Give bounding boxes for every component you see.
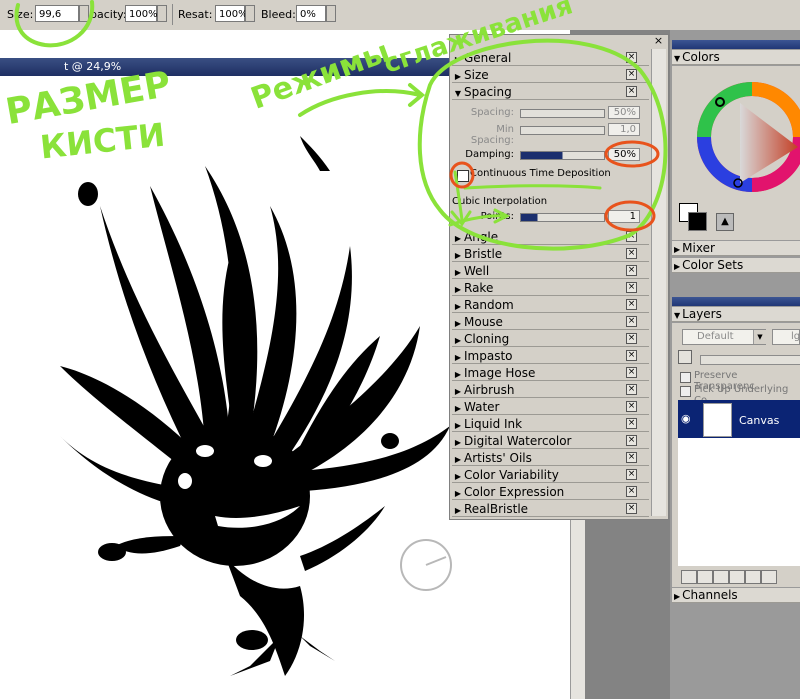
damping-highlight (604, 140, 660, 168)
size-annotation-circle (14, 0, 95, 48)
